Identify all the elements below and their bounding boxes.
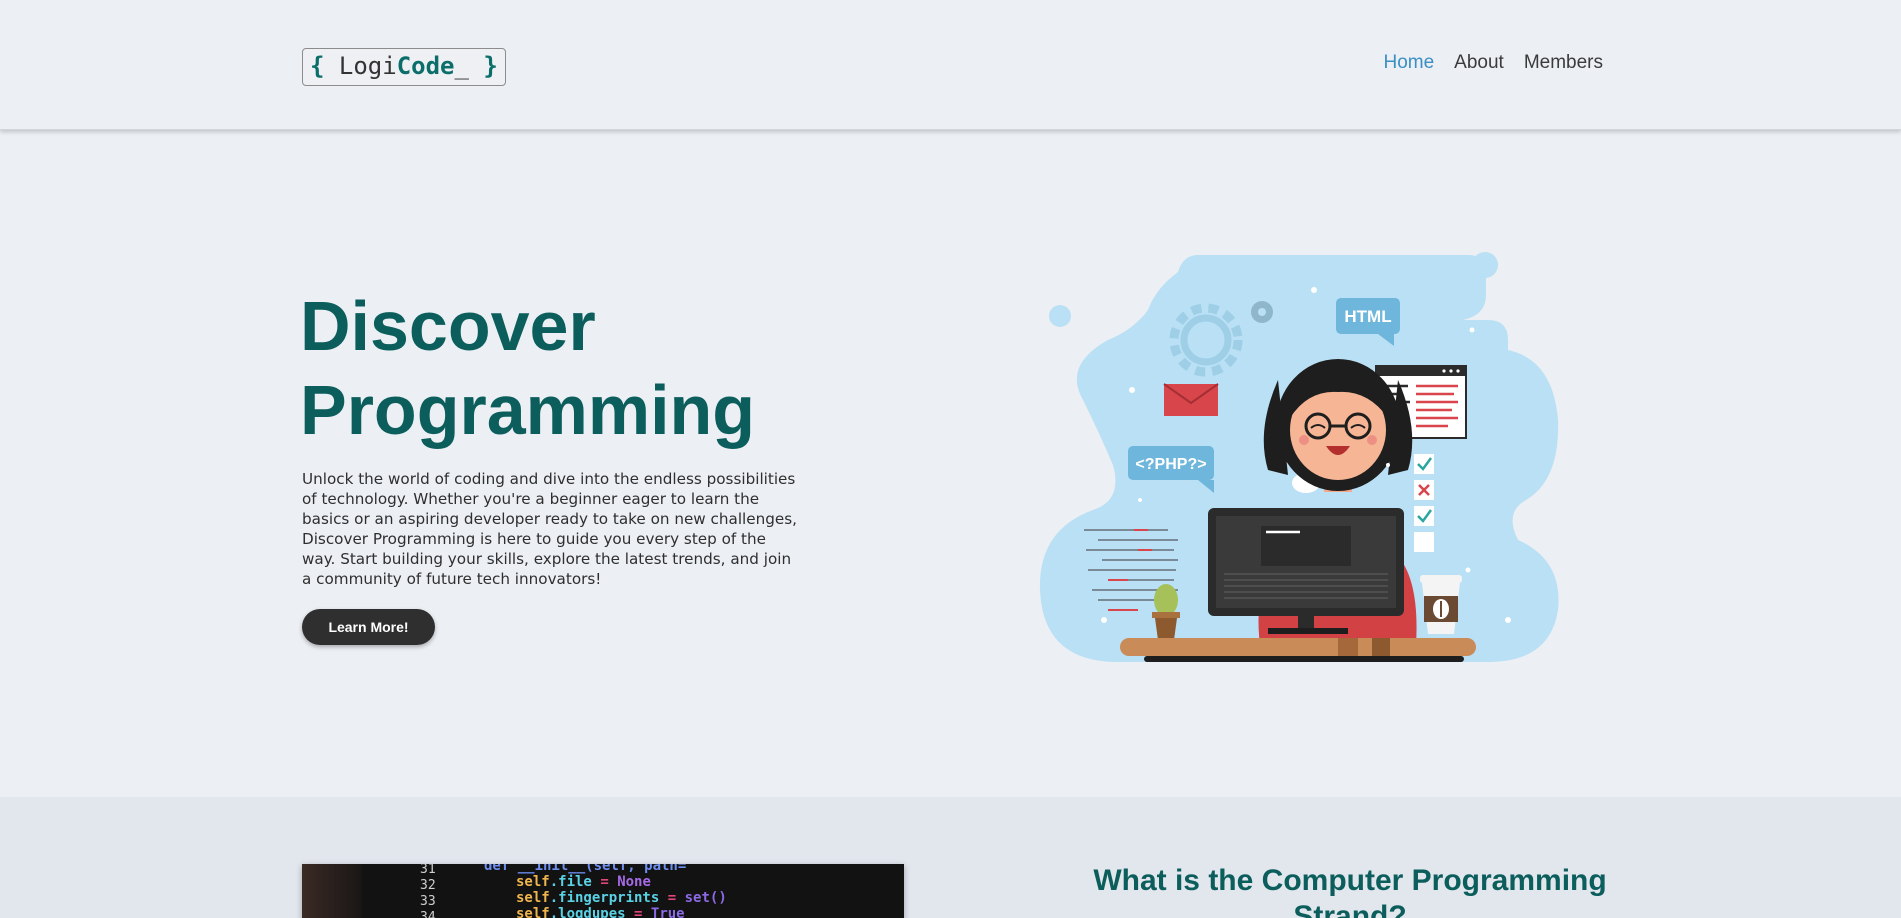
strand-section [0,797,1901,918]
learn-more-button[interactable]: Learn More! [302,609,435,645]
line-number: 32 [420,878,436,893]
php-bubble-label: <?PHP?> [1135,456,1206,473]
hero-description: Unlock the world of coding and dive into… [302,470,797,588]
line-number: 33 [420,894,436,909]
logo-open-brace: { [310,52,325,80]
code-image-blur [302,864,362,918]
code-screenshot-image: 31 32 33 34 def __init__(self, path= sel… [302,864,904,918]
computer-monitor [1208,508,1404,634]
nav-link-home[interactable]: Home [1383,52,1434,74]
logo-code-text: Code [396,52,455,80]
site-logo[interactable]: { LogiCode_ } [302,48,506,86]
line-number: 34 [420,910,436,918]
small-gear-icon [1251,301,1273,323]
nav-link-members[interactable]: Members [1524,52,1603,74]
logo-cursor: _ [454,52,469,80]
logo-logi-text: Logi [338,52,397,80]
envelope-icon [1163,383,1219,416]
line-number: 31 [420,864,436,877]
nav-links: Home About Members [1383,52,1603,74]
nav-link-about[interactable]: About [1454,52,1504,74]
navbar: { LogiCode_ } Home About Members [0,0,1901,130]
html-bubble-label: HTML [1344,307,1391,326]
programmer-illustration: HTML <?PHP?> [1039,252,1559,662]
hero-title: Discover Programming [300,287,756,449]
desk [1120,638,1476,662]
logo-close-brace: } [483,52,498,80]
strand-section-title: What is the Computer Programming Strand? [1093,864,1607,918]
